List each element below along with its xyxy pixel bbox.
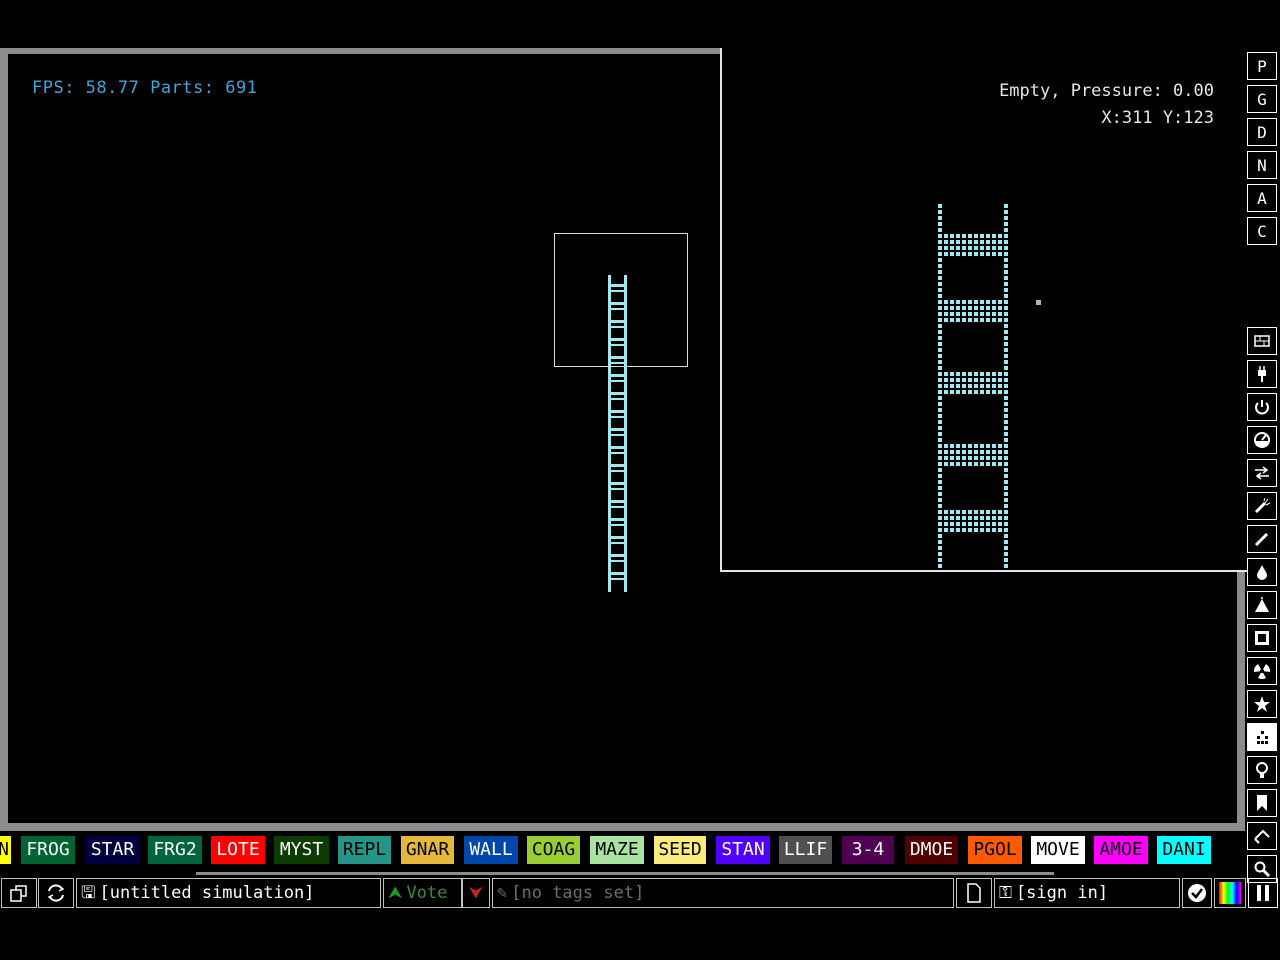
tags-label: [no tags set] [511,883,645,903]
rainbow-icon [1219,882,1241,904]
powered-icon[interactable] [1247,393,1277,421]
element-button-dani[interactable]: DANI [1157,836,1211,864]
pause-button[interactable] [1248,878,1278,908]
element-button-star[interactable]: STAR [85,836,140,864]
element-bar: N FROG STAR FRG2 LOTE MYST REPL GNAR WALL COAG MAZ… [0,836,1245,864]
open-simulation-button[interactable] [1,878,37,908]
fps-counter: FPS: 58.77 Parts: 691 [32,78,258,98]
new-simulation-button[interactable] [956,878,992,908]
liquids-icon[interactable] [1247,558,1277,586]
element-button-llif[interactable]: LLIF [779,836,832,864]
vote-label: Vote [406,883,448,903]
element-button-repl[interactable]: REPL [338,836,391,864]
zoom-selection-box [554,233,688,367]
vote-up-icon: ⮝ [388,883,403,903]
element-button-coag[interactable]: COAG [527,836,580,864]
right-menu: P G D N A C [1245,48,1280,883]
element-button-gnar[interactable]: GNAR [401,836,454,864]
new-file-icon [967,883,981,903]
element-button-dmoe[interactable]: DMOE [905,836,958,864]
vote-up-button[interactable]: ⮝ Vote [383,878,462,908]
save-label: [untitled simulation] [99,883,315,903]
force-icon[interactable] [1247,459,1277,487]
explosives-icon[interactable] [1247,492,1277,520]
element-button-wall[interactable]: WALL [464,836,518,864]
pause-render-button-p[interactable]: P [1247,52,1277,80]
element-button-frg2[interactable]: FRG2 [148,836,202,864]
save-simulation-button[interactable]: 🖫 [untitled simulation] [76,878,381,908]
reload-button[interactable] [38,878,74,908]
decorations-button[interactable]: D [1247,118,1277,146]
tags-button[interactable]: ✎ [no tags set] [492,878,954,908]
vote-down-icon: ⮟ [468,883,484,903]
element-button-n[interactable]: N [0,836,11,864]
checkmark-icon [1188,884,1206,902]
bottom-bar: 🖫 [untitled simulation] ⮝ Vote ⮟ ✎ [no tags… [0,878,1280,908]
element-button-stan[interactable]: STAN [716,836,770,864]
element-button-3-4[interactable]: 3-4 [842,836,894,864]
key-icon: ⚿ [999,883,1012,903]
pause-icon [1257,885,1269,901]
console-button[interactable]: C [1247,217,1277,245]
tag-icon: ✎ [497,883,508,903]
element-button-frog[interactable]: FROG [21,836,75,864]
settings-button[interactable] [1182,878,1212,908]
element-button-maze[interactable]: MAZE [590,836,644,864]
tools-icon[interactable] [1247,756,1277,784]
electronics-icon[interactable] [1247,360,1277,388]
gases-icon[interactable] [1247,525,1277,553]
element-pressure-readout: Empty, Pressure: 0.00 [999,81,1214,101]
element-scrollbar[interactable] [196,872,1054,875]
powders-icon[interactable] [1247,591,1277,619]
element-button-seed[interactable]: SEED [654,836,706,864]
element-button-amoe[interactable]: AMOE [1094,836,1148,864]
radioactive-icon[interactable] [1247,657,1277,685]
decoration-icon[interactable] [1247,822,1277,850]
sensors-icon[interactable] [1247,426,1277,454]
element-button-pgol[interactable]: PGOL [968,836,1022,864]
ambient-heat-button[interactable]: A [1247,184,1277,212]
special-icon[interactable] [1247,690,1277,718]
gravity-button[interactable]: G [1247,85,1277,113]
life-icon[interactable] [1247,723,1277,751]
save-icon: 🖫 [81,883,96,903]
cursor-coordinates: X:311 Y:123 [1101,108,1214,128]
login-label: [sign in] [1015,883,1109,903]
element-button-myst[interactable]: MYST [274,836,329,864]
cursor-info: Empty, Pressure: 0.00 X:311 Y:123 [999,78,1214,132]
newtonian-gravity-button[interactable]: N [1247,151,1277,179]
element-button-lote[interactable]: LOTE [211,836,265,864]
vote-down-button[interactable]: ⮟ [462,878,490,908]
login-button[interactable]: ⚿ [sign in] [994,878,1180,908]
solids-icon[interactable] [1247,624,1277,652]
walls-icon[interactable] [1247,327,1277,355]
open-icon [10,885,27,902]
reload-icon [47,884,65,902]
favorites-icon[interactable] [1247,789,1277,817]
element-button-move[interactable]: MOVE [1031,836,1085,864]
render-options-button[interactable] [1214,878,1246,908]
